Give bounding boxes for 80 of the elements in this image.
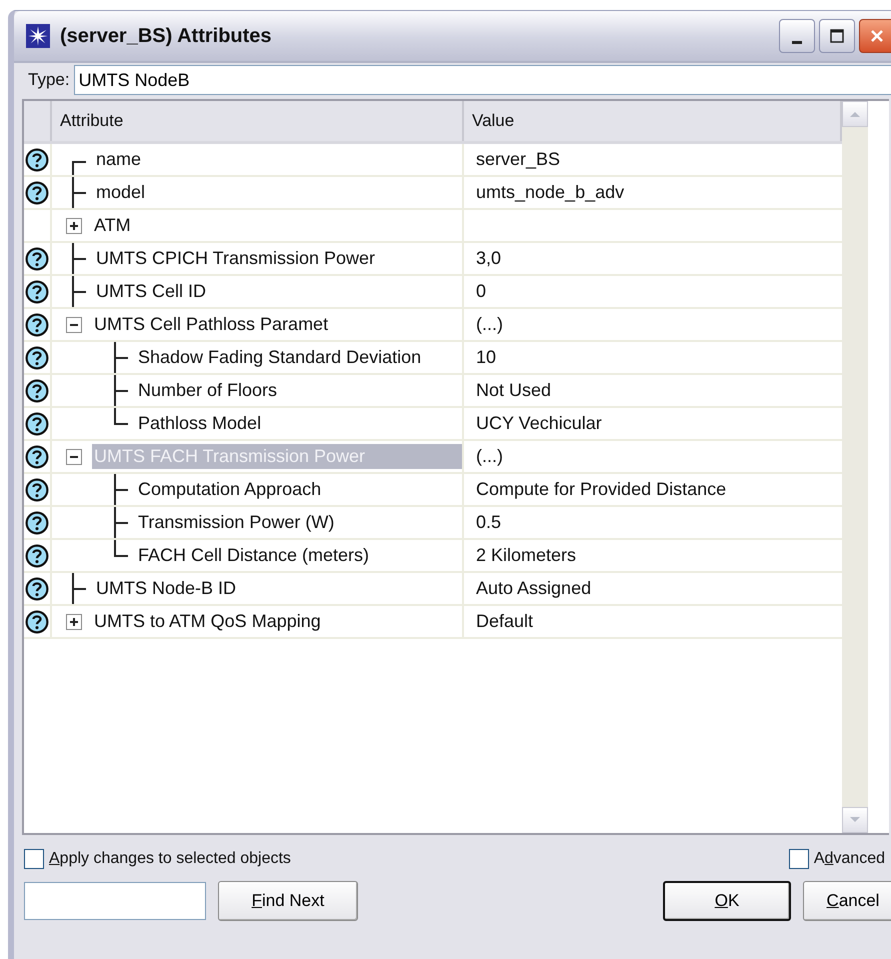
cancel-button[interactable]: Cancel xyxy=(803,881,891,921)
find-field[interactable] xyxy=(24,882,206,920)
checkbox-label[interactable]: Apply changes to selected objects xyxy=(49,850,291,868)
attribute-value[interactable]: 2 Kilometers xyxy=(476,545,576,566)
attribute-value[interactable]: Compute for Provided Distance xyxy=(476,479,726,500)
star-burst-icon xyxy=(26,24,50,48)
attribute-value[interactable]: Not Used xyxy=(476,380,552,401)
attribute-name[interactable]: Computation Approach xyxy=(136,477,324,502)
attribute-value[interactable]: UCY Vechicular xyxy=(476,413,602,434)
help-icon[interactable] xyxy=(25,312,49,336)
checkbox[interactable] xyxy=(788,849,809,869)
close-button[interactable] xyxy=(859,19,891,53)
help-icon[interactable] xyxy=(25,280,49,304)
help-icon[interactable] xyxy=(25,246,49,270)
tree-connector xyxy=(72,573,86,604)
attribute-value[interactable]: Default xyxy=(476,611,534,632)
collapse-toggle[interactable] xyxy=(66,448,82,464)
advanced-checkbox[interactable]: Advanced xyxy=(788,849,885,869)
tree-connector xyxy=(72,243,86,274)
help-icon[interactable] xyxy=(25,576,49,600)
attribute-name[interactable]: UMTS Node-B ID xyxy=(94,576,238,601)
tree-connector xyxy=(72,161,86,175)
attribute-name[interactable]: UMTS to ATM QoS Mapping xyxy=(92,609,323,634)
collapse-toggle[interactable] xyxy=(66,316,82,332)
checkbox-label[interactable]: Advanced xyxy=(814,850,885,868)
type-label: Type: xyxy=(27,70,71,90)
attribute-name[interactable]: ATM xyxy=(92,213,133,238)
help-icon[interactable] xyxy=(25,346,49,370)
column-header[interactable]: Attribute xyxy=(52,101,464,141)
tree-connector xyxy=(114,507,128,538)
attribute-value[interactable]: (...) xyxy=(476,446,503,467)
attribute-value[interactable]: 0 xyxy=(476,281,486,302)
attribute-name[interactable]: UMTS Cell ID xyxy=(94,279,208,304)
minimize-icon xyxy=(792,40,802,44)
attribute-name[interactable]: FACH Cell Distance (meters) xyxy=(136,543,372,568)
help-icon[interactable] xyxy=(25,180,49,204)
minimize-button[interactable] xyxy=(779,19,815,53)
up-arrow-icon xyxy=(849,110,861,118)
type-field[interactable]: UMTS NodeB xyxy=(74,65,891,95)
attribute-value[interactable]: 10 xyxy=(476,347,496,368)
attribute-value[interactable]: 3,0 xyxy=(476,248,502,269)
find-next-button[interactable]: Find Next xyxy=(218,881,358,921)
tree-connector xyxy=(114,342,128,373)
tree-connector xyxy=(114,474,128,505)
help-icon[interactable] xyxy=(25,412,49,436)
maximize-icon xyxy=(829,28,845,44)
help-icon[interactable] xyxy=(25,444,49,468)
attribute-value[interactable]: (...) xyxy=(476,314,503,335)
attribute-name[interactable]: Transmission Power (W) xyxy=(136,510,336,535)
close-icon xyxy=(869,28,885,44)
attribute-value[interactable]: 0.5 xyxy=(476,512,502,533)
attribute-name[interactable]: UMTS CPICH Transmission Power xyxy=(94,246,378,271)
window-title: (server_BS) Attributes xyxy=(60,24,273,48)
checkbox[interactable] xyxy=(24,849,44,869)
help-icon[interactable] xyxy=(25,610,49,634)
tree-connector xyxy=(72,177,86,208)
attribute-name[interactable]: model xyxy=(94,180,148,205)
expand-toggle[interactable] xyxy=(66,614,82,630)
maximize-button[interactable] xyxy=(819,19,855,53)
tree-connector xyxy=(114,540,128,557)
attribute-value[interactable]: Auto Assigned xyxy=(476,578,592,599)
tree-connector xyxy=(114,408,128,425)
tree-connector xyxy=(114,375,128,406)
help-icon[interactable] xyxy=(25,148,49,172)
attribute-name[interactable]: Number of Floors xyxy=(136,378,280,403)
attribute-name[interactable]: name xyxy=(94,147,144,172)
help-icon[interactable] xyxy=(25,478,49,502)
help-icon[interactable] xyxy=(25,544,49,568)
attribute-name[interactable]: UMTS Cell Pathloss Paramet xyxy=(92,312,330,337)
help-icon[interactable] xyxy=(25,378,49,402)
apply-changes-checkbox[interactable]: Apply changes to selected objects xyxy=(24,849,291,869)
attribute-value[interactable]: umts_node_b_adv xyxy=(476,182,624,203)
help-icon[interactable] xyxy=(25,510,49,534)
down-arrow-icon xyxy=(849,816,861,824)
tree-connector xyxy=(72,276,86,307)
expand-toggle[interactable] xyxy=(66,218,82,234)
ok-button[interactable]: OK xyxy=(663,881,791,921)
attribute-name[interactable]: Shadow Fading Standard Deviation xyxy=(136,345,424,370)
attribute-value[interactable]: server_BS xyxy=(476,149,560,170)
attribute-name[interactable]: Pathloss Model xyxy=(136,411,264,436)
